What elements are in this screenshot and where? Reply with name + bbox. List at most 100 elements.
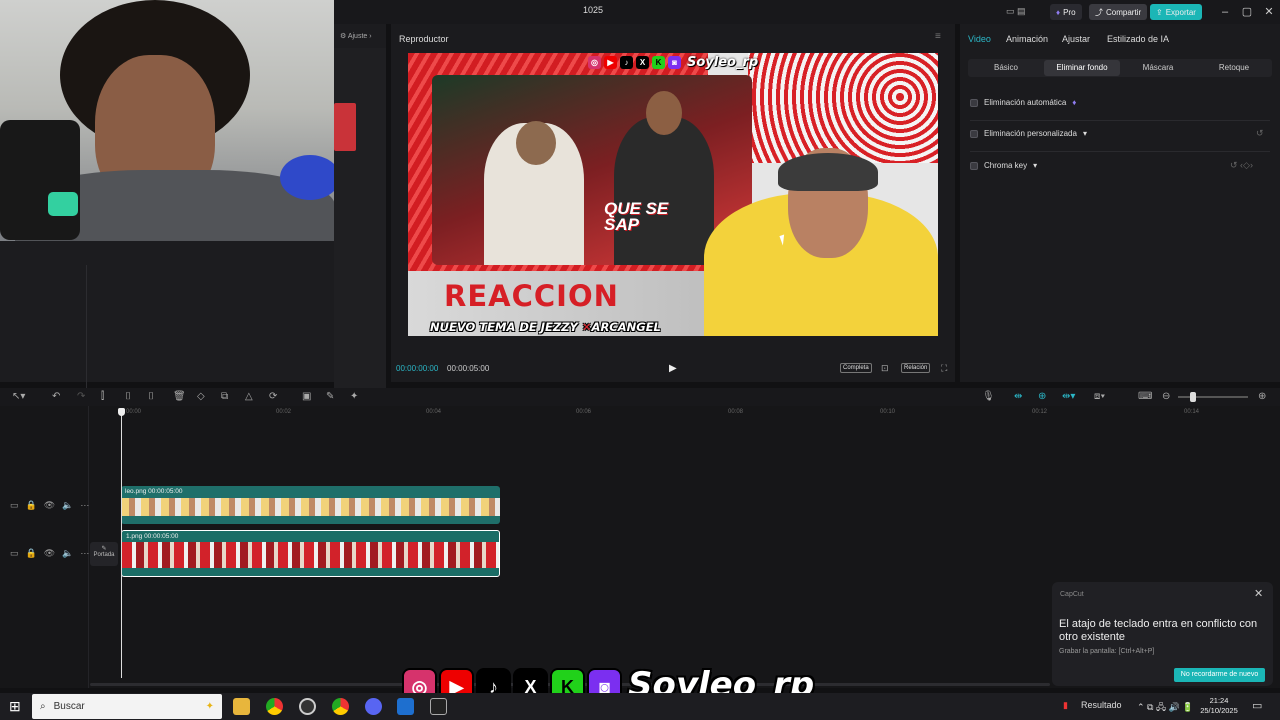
keyframe-icon[interactable]: ↺ ‹◇› — [1230, 160, 1253, 171]
tray-icons[interactable]: ⌃ ⧉ 🖧 🔊 🔋 — [1137, 700, 1193, 716]
minimize-icon[interactable]: – — [1214, 4, 1236, 20]
zoom-slider[interactable] — [1178, 396, 1248, 398]
export-button[interactable]: ⇪ Exportar — [1150, 4, 1202, 20]
discord-icon[interactable] — [365, 698, 382, 715]
fullscreen-icon[interactable]: ⛶ — [941, 363, 947, 374]
subtab-retoque[interactable]: Retoque — [1196, 63, 1272, 72]
redo-icon[interactable]: ↷ — [77, 391, 85, 402]
subtab-eliminar-fondo[interactable]: Eliminar fondo — [1044, 60, 1120, 76]
dont-remind-button[interactable]: No recordarme de nuevo — [1174, 668, 1265, 682]
app-icon[interactable] — [397, 698, 414, 715]
effect-icon[interactable]: ✦ — [350, 391, 358, 402]
menu-icon[interactable]: ≡ — [935, 31, 941, 42]
clip-leo[interactable]: leo.png 00:00:05:00 — [121, 486, 500, 524]
chroma-key-option[interactable]: Chroma key ▾ — [970, 161, 1037, 170]
layout-icon[interactable]: ⧈▾ — [1094, 391, 1105, 402]
share-button[interactable]: ⤴ Compartir — [1089, 4, 1148, 20]
track-header-1: ▭ 🔒 👁 🔈 ⋯ — [10, 500, 89, 511]
trim-left-icon[interactable]: ⌷ — [125, 391, 131, 402]
notification-shortcut: Grabar la pantalla: [Ctrl+Alt+P] — [1059, 648, 1155, 655]
audio-icon[interactable]: 🔈 — [62, 500, 73, 511]
media-thumbnail[interactable] — [334, 103, 356, 151]
chroma-key-label: Chroma key — [984, 161, 1028, 170]
freeze-icon[interactable]: ▣ — [302, 391, 311, 402]
close-icon[interactable]: ✕ — [1258, 4, 1280, 20]
ratio-button[interactable]: Relación — [901, 363, 931, 373]
rotate-icon[interactable]: ⟳ — [269, 391, 277, 402]
cover-button[interactable]: ✎ Portada — [90, 542, 118, 566]
chevron-down-icon: ▾ — [1082, 129, 1087, 138]
mirror-icon[interactable]: △ — [245, 391, 253, 402]
tab-ajustar[interactable]: Ajustar — [1062, 34, 1090, 44]
lock-icon[interactable]: 🔒 — [26, 548, 37, 559]
close-icon[interactable]: ✕ — [1254, 587, 1263, 600]
subtab-basico[interactable]: Básico — [968, 63, 1044, 72]
maximize-icon[interactable]: ▢ — [1236, 4, 1258, 20]
snap-icon[interactable]: ⊕ — [1038, 391, 1046, 402]
youtube-icon: ▶ — [604, 56, 617, 69]
ai-icon[interactable]: ✎ — [326, 391, 334, 402]
more-icon[interactable]: ⋯ — [80, 548, 89, 559]
ajuste-tab[interactable]: ⚙ Ajuste › — [334, 28, 386, 52]
zoom-slider-handle[interactable] — [1190, 392, 1196, 402]
undo-icon[interactable]: ↶ — [52, 391, 60, 402]
media-sidebar[interactable] — [334, 48, 386, 406]
preview-axis-icon[interactable]: ⇹▾ — [1062, 391, 1075, 402]
track-icon[interactable]: ▭ — [10, 548, 19, 559]
audio-icon[interactable]: 🔈 — [62, 548, 73, 559]
zoom-out-icon[interactable]: ⊖ — [1162, 391, 1170, 402]
capcut-icon[interactable] — [430, 698, 447, 715]
windows-start-icon[interactable]: ⊞ — [9, 698, 21, 715]
playhead-handle[interactable] — [118, 408, 125, 416]
ruler-tick: 00:08 — [728, 409, 744, 415]
playhead[interactable] — [121, 410, 122, 678]
chrome-icon-2[interactable] — [332, 698, 349, 715]
obs-icon[interactable] — [299, 698, 316, 715]
select-tool-icon[interactable]: ↖▾ — [12, 391, 25, 402]
delete-icon[interactable]: 🗑 — [173, 391, 186, 402]
play-icon[interactable]: ▶ — [669, 363, 677, 374]
pro-button[interactable]: ♦ Pro — [1050, 4, 1082, 20]
custom-removal-option[interactable]: Eliminación personalizada ▾ — [970, 129, 1087, 138]
caption-icon[interactable]: ⌨ — [1138, 391, 1152, 402]
video-preview[interactable]: QUE SE SAP REACCION NUEVO TEMA DE JEZZY … — [408, 53, 938, 336]
tab-animacion[interactable]: Animación — [1006, 34, 1048, 44]
complete-button[interactable]: Completa — [840, 363, 872, 373]
clock[interactable]: 21:24 25/10/2025 — [1198, 696, 1240, 716]
taskbar-search[interactable]: ⌕ Buscar ✦ — [32, 694, 222, 719]
chrome-icon[interactable] — [266, 698, 283, 715]
tab-estilizado[interactable]: Estilizado de IA — [1107, 34, 1169, 44]
crop-icon[interactable]: ⧉ — [221, 391, 228, 402]
split-icon[interactable]: ⫿ — [101, 391, 104, 402]
reset-icon[interactable]: ↺ — [1256, 128, 1264, 139]
lock-icon[interactable]: 🔒 — [26, 500, 37, 511]
trim-right-icon[interactable]: ⌷ — [148, 391, 154, 402]
mic-icon[interactable]: 🎙 — [982, 391, 995, 402]
notification-center-icon[interactable]: ▭ — [1252, 699, 1262, 712]
subheading: NUEVO TEMA DE JEZZY ✕ARCANGEL — [430, 320, 661, 334]
clip-1[interactable]: 1.png 00:00:05:00 — [121, 530, 500, 577]
zoom-fit-icon[interactable]: ⊕ — [1258, 391, 1266, 402]
eye-icon[interactable]: 👁 — [44, 548, 55, 559]
layout-icon[interactable]: ▭ ▤ — [1006, 6, 1026, 17]
cover-label: Portada — [93, 552, 115, 558]
chevron-down-icon: ▾ — [1033, 161, 1038, 170]
checkbox[interactable] — [970, 129, 978, 138]
link-icon[interactable]: ⇹ — [1014, 391, 1022, 402]
artist-2-head — [646, 91, 682, 135]
marker-icon[interactable]: ◇ — [197, 391, 205, 402]
x-icon: X — [636, 56, 649, 69]
more-icon[interactable]: ⋯ — [80, 500, 89, 511]
checkbox[interactable] — [970, 161, 978, 170]
tray-app-icon[interactable]: ▮ — [1063, 700, 1068, 711]
eye-icon[interactable]: 👁 — [44, 500, 55, 511]
subtab-mascara[interactable]: Máscara — [1120, 63, 1196, 72]
auto-removal-option[interactable]: Eliminación automática ♦ — [970, 98, 1076, 107]
timeline-ruler[interactable]: 00:00 00:02 00:04 00:06 00:08 00:10 00:1… — [118, 406, 1280, 420]
checkbox[interactable] — [970, 98, 978, 107]
tab-video[interactable]: Video — [968, 34, 991, 44]
track-icon[interactable]: ▭ — [10, 500, 19, 511]
snapshot-icon[interactable]: ⊡ — [881, 363, 889, 374]
tray-result-label[interactable]: Resultado — [1081, 700, 1122, 710]
file-explorer-icon[interactable] — [233, 698, 250, 715]
